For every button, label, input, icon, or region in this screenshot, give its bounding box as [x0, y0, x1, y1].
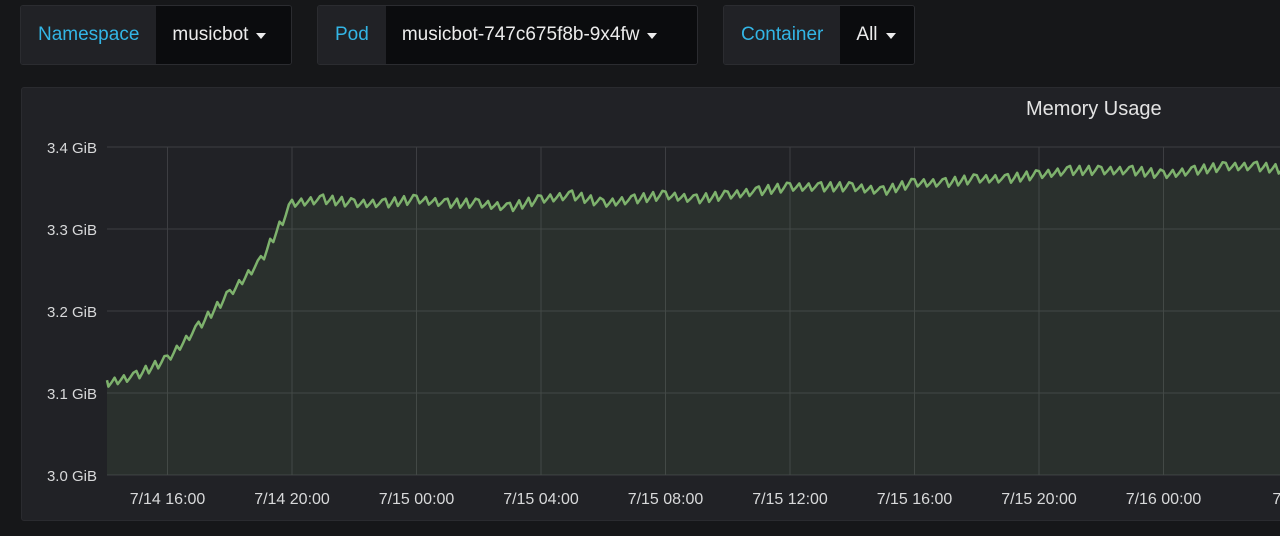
y-tick-label: 3.4 GiB: [47, 140, 97, 157]
panel-title[interactable]: Memory Usage: [1026, 98, 1162, 121]
pod-variable: Pod musicbot-747c675f8b-9x4fw: [317, 5, 698, 65]
pod-dropdown-value: musicbot-747c675f8b-9x4fw: [401, 24, 640, 45]
x-tick-label: 7/14 20:00: [254, 491, 330, 508]
x-tick-label: 7/15 16:00: [877, 491, 953, 508]
memory-usage-panel[interactable]: Memory Usage 3.0 GiB 3.1 GiB 3.2 GiB 3.3 Gi…: [21, 87, 1280, 521]
x-tick-label: 7/15 04:00: [503, 491, 579, 508]
x-tick-label: 7/15 12:00: [752, 491, 828, 508]
y-tick-label: 3.2 GiB: [47, 304, 97, 321]
y-axis: 3.0 GiB 3.1 GiB 3.2 GiB 3.3 GiB 3.4 GiB: [47, 140, 97, 485]
y-tick-label: 3.0 GiB: [47, 468, 97, 485]
namespace-variable-label: Namespace: [21, 6, 157, 64]
x-axis: 7/14 16:00 7/14 20:00 7/15 00:00 7/15 04:00…: [130, 491, 1280, 508]
pod-dropdown[interactable]: musicbot-747c675f8b-9x4fw: [385, 6, 697, 64]
x-tick-label: 7/14 16:00: [130, 491, 206, 508]
namespace-variable: Namespace musicbot: [20, 5, 292, 65]
x-tick-label: 7/15 20:00: [1001, 491, 1077, 508]
container-dropdown[interactable]: All: [840, 6, 914, 64]
y-tick-label: 3.1 GiB: [47, 386, 97, 403]
container-variable: Container All: [723, 5, 915, 65]
namespace-dropdown-value: musicbot: [172, 24, 249, 45]
series-area-fill: [107, 161, 1280, 475]
x-tick-label: 7/16 00:00: [1126, 491, 1202, 508]
x-tick-label: 7/15 00:00: [379, 491, 455, 508]
container-dropdown-value: All: [856, 24, 878, 45]
pod-variable-label: Pod: [318, 6, 386, 64]
y-tick-label: 3.3 GiB: [47, 222, 97, 239]
caret-down-icon: [256, 32, 267, 39]
namespace-dropdown[interactable]: musicbot: [156, 6, 291, 64]
memory-usage-chart: 3.0 GiB 3.1 GiB 3.2 GiB 3.3 GiB 3.4 GiB 7/14…: [47, 140, 1280, 508]
caret-down-icon: [885, 32, 896, 39]
container-variable-label: Container: [724, 6, 841, 64]
x-tick-label: 7/16: [1272, 491, 1280, 508]
caret-down-icon: [647, 32, 658, 39]
x-tick-label: 7/15 08:00: [628, 491, 704, 508]
